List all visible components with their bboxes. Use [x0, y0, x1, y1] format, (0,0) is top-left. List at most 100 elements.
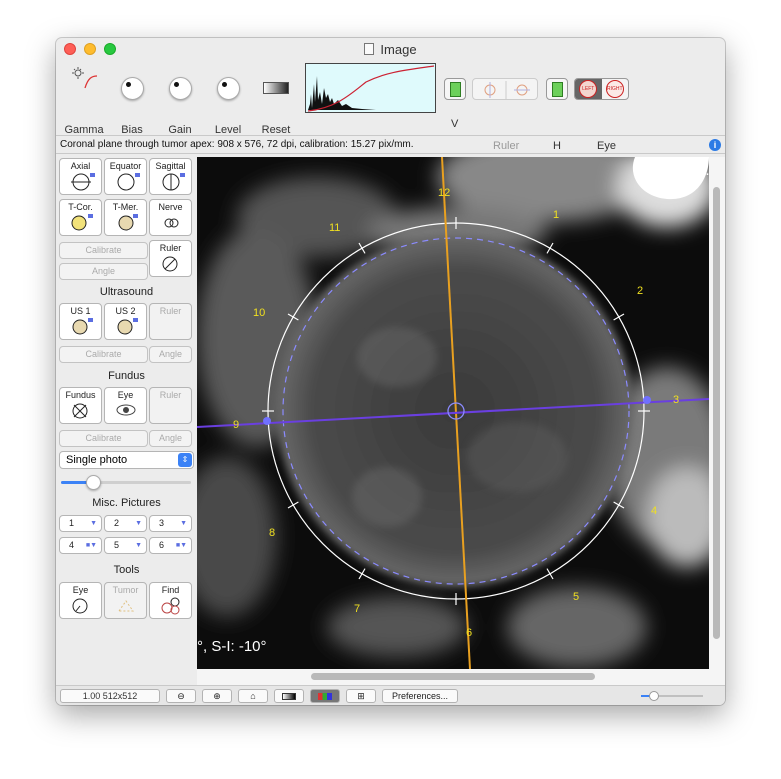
level-knob[interactable]: Level	[212, 77, 244, 136]
zoom-in-icon: ⊕	[213, 691, 221, 701]
zoom-slider-thumb[interactable]	[649, 691, 659, 701]
ruler-button-1[interactable]: Ruler	[149, 240, 192, 277]
zoom-in-button[interactable]: ⊕	[202, 689, 232, 703]
close-button[interactable]	[64, 43, 76, 55]
ruler-label: Ruler	[159, 306, 182, 316]
horizontal-axis-toggle[interactable]	[546, 78, 568, 100]
title-bar: Image	[56, 38, 725, 60]
angle-label: Angle	[158, 433, 183, 443]
axial-button[interactable]: Axial	[59, 158, 102, 195]
t-cor-icon	[71, 214, 93, 231]
photo-select[interactable]: Single photo ⇕	[59, 451, 194, 469]
ruler-button-2[interactable]: Ruler	[149, 303, 192, 340]
zoom-out-button[interactable]: ⊖	[166, 689, 196, 703]
angle-button-1[interactable]: Angle	[59, 263, 148, 280]
vertical-axis-toggle[interactable]	[444, 78, 466, 100]
misc-label: 1	[69, 518, 75, 528]
tools-tumor-button[interactable]: Tumor	[104, 582, 147, 619]
equator-button[interactable]: Equator	[104, 158, 147, 195]
clock-10: 10	[253, 307, 265, 319]
fundus-button[interactable]: Fundus	[59, 387, 102, 424]
ruler-label: Ruler	[159, 390, 182, 400]
reset-tool[interactable]: Reset	[256, 82, 296, 136]
tools-eye-button[interactable]: Eye	[59, 582, 102, 619]
clock-9: 9	[233, 419, 239, 431]
photo-slider-thumb[interactable]	[86, 475, 101, 490]
calibrate-button-2[interactable]: Calibrate	[59, 346, 148, 363]
us2-button[interactable]: US 2	[104, 303, 147, 340]
gain-knob[interactable]: Gain	[164, 77, 196, 136]
vertical-scrollbar[interactable]	[709, 157, 725, 669]
histogram	[305, 63, 436, 113]
left-eye-button[interactable]: LEFT	[575, 79, 602, 99]
ultrasound-heading: Ultrasound	[99, 286, 154, 298]
photo-slider-track[interactable]	[61, 475, 191, 490]
info-text: Coronal plane through tumor apex: 908 x …	[60, 139, 414, 150]
misc-label: 6	[159, 540, 165, 550]
misc-picture-4[interactable]: 4 ■▼	[59, 537, 102, 554]
nerve-button[interactable]: Nerve	[149, 199, 192, 236]
horizontal-scrollbar[interactable]	[197, 669, 725, 685]
fundus-eye-button[interactable]: Eye	[104, 387, 147, 424]
clock-2: 2	[637, 285, 643, 297]
misc-picture-6[interactable]: 6 ■▼	[149, 537, 192, 554]
bias-knob-icon[interactable]	[120, 77, 144, 100]
axial-label: Axial	[70, 161, 91, 171]
photo-select-value: Single photo	[66, 454, 128, 466]
home-button[interactable]: ⌂	[238, 689, 268, 703]
minimize-button[interactable]	[84, 43, 96, 55]
tools-tumor-label: Tumor	[112, 585, 139, 595]
calibrate-button-1[interactable]: Calibrate	[59, 242, 148, 259]
green-square-icon	[449, 81, 461, 97]
axial-icon	[70, 173, 95, 191]
misc-picture-1[interactable]: 1 ▼	[59, 515, 102, 532]
calibrate-button-3[interactable]: Calibrate	[59, 430, 148, 447]
calibrate-label: Calibrate	[85, 433, 122, 443]
clock-1: 1	[553, 209, 559, 221]
toolbar: Gamma Bias Gain Level Reset V Ruler H LE…	[56, 60, 725, 152]
zoom-button[interactable]	[104, 43, 116, 55]
left-eye-label: LEFT	[579, 80, 598, 98]
misc-picture-5[interactable]: 5 ▼	[104, 537, 147, 554]
us1-button[interactable]: US 1	[59, 303, 102, 340]
chevron-down-icon: ▼	[180, 520, 187, 527]
ruler-label: Ruler	[159, 243, 182, 253]
right-eye-label: RIGHT	[605, 80, 624, 98]
tools-find-button[interactable]: Find	[149, 582, 192, 619]
misc-label: 4	[69, 540, 75, 550]
angle-button-2[interactable]: Angle	[149, 346, 192, 363]
angle-label: Angle	[91, 266, 116, 276]
tools-heading: Tools	[113, 564, 140, 576]
gamma-tool[interactable]: Gamma	[64, 66, 104, 136]
ruler-button-3[interactable]: Ruler	[149, 387, 192, 424]
misc-label: 3	[159, 518, 165, 528]
eye-image[interactable]: 1. 12 1 2 3 4 5 6 7 8 9 10 11 °, S-I: -1…	[197, 157, 709, 669]
document-icon	[364, 43, 375, 55]
gain-knob-icon[interactable]	[168, 77, 192, 100]
misc-picture-3[interactable]: 3 ▼	[149, 515, 192, 532]
clock-5: 5	[573, 591, 579, 603]
t-mer-button[interactable]: T-Mer.	[104, 199, 147, 236]
vertical-scroll-thumb[interactable]	[713, 187, 720, 639]
angle-button-3[interactable]: Angle	[149, 430, 192, 447]
info-icon[interactable]: i	[709, 139, 721, 151]
sagittal-button[interactable]: Sagittal	[149, 158, 192, 195]
t-cor-button[interactable]: T-Cor.	[59, 199, 102, 236]
zoom-slider-track[interactable]	[641, 691, 703, 701]
grayscale-button[interactable]	[274, 689, 304, 703]
right-eye-button[interactable]: RIGHT	[602, 79, 629, 99]
image-window: Image Gamma Bias Gain Level Reset V Rule…	[56, 38, 725, 705]
color-button[interactable]	[310, 689, 340, 703]
bias-knob[interactable]: Bias	[116, 77, 148, 136]
image-viewer[interactable]: 1. 12 1 2 3 4 5 6 7 8 9 10 11 °, S-I: -1…	[197, 157, 709, 669]
preferences-button[interactable]: Preferences...	[382, 689, 458, 703]
chevron-down-icon: ▼	[135, 520, 142, 527]
chevron-updown-icon: ⇕	[178, 453, 192, 467]
level-knob-icon[interactable]	[216, 77, 240, 100]
split-button[interactable]: ⊞	[346, 689, 376, 703]
misc-picture-2[interactable]: 2 ▼	[104, 515, 147, 532]
nerve-icon	[164, 218, 178, 228]
horizontal-scroll-thumb[interactable]	[311, 673, 595, 680]
nerve-label: Nerve	[158, 202, 183, 212]
ruler-circle-icon	[162, 256, 177, 272]
